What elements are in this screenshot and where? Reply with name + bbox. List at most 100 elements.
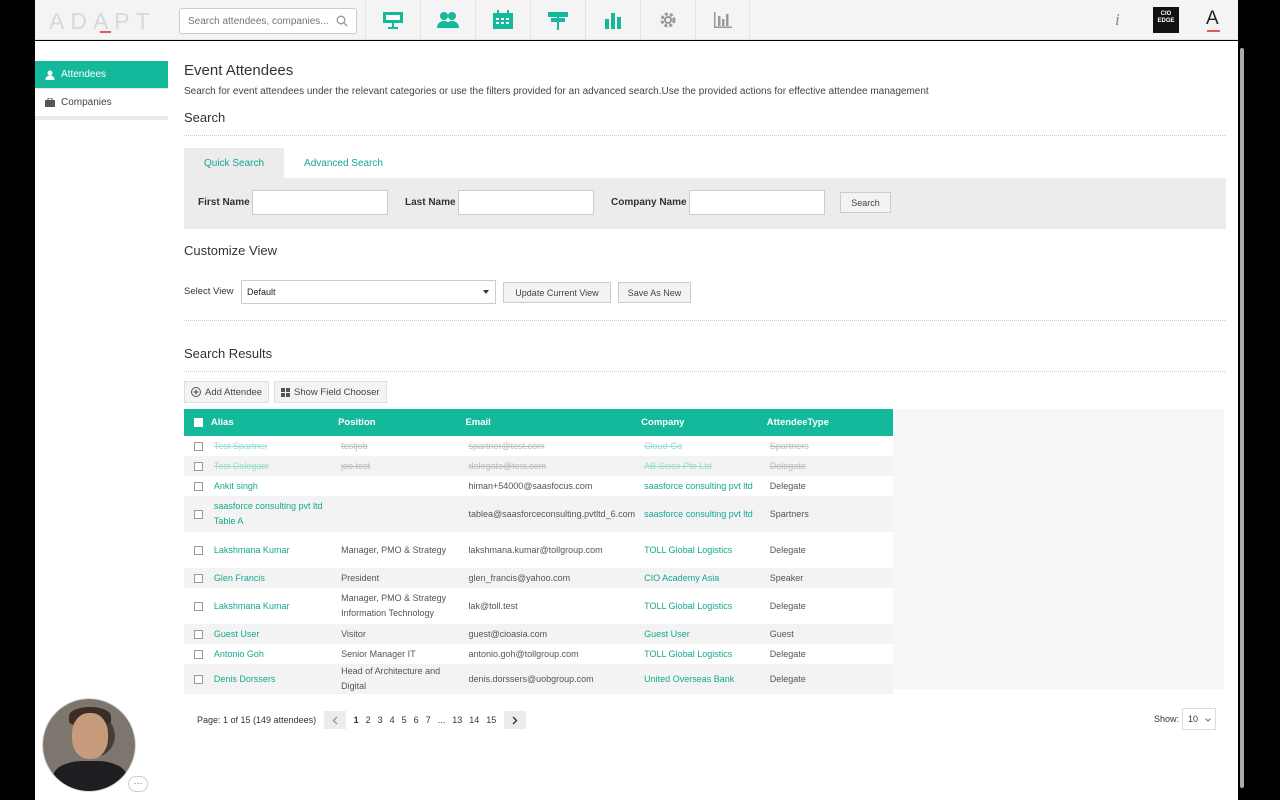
attendee-type-cell: Delegate [769, 600, 806, 611]
user-avatar[interactable]: A [1206, 8, 1219, 30]
more-options-icon[interactable]: ··· [128, 776, 148, 792]
last-name-field[interactable] [458, 190, 594, 215]
table-row[interactable]: Ankit singh himan+54000@saasfocus.com saas… [184, 476, 893, 496]
alias-cell[interactable]: Lakshmana Kumar [211, 532, 338, 568]
table-row[interactable]: Guest User Visitor guest@cioasia.com Guest … [184, 624, 893, 644]
company-cell[interactable]: Cloud Go [641, 436, 767, 456]
row-checkbox[interactable] [194, 649, 203, 659]
tab-quick-search[interactable]: Quick Search [184, 148, 285, 178]
page-link[interactable]: 6 [410, 715, 422, 725]
first-name-field[interactable] [252, 190, 388, 215]
row-checkbox [184, 588, 211, 624]
page-link[interactable]: 3 [374, 715, 386, 725]
company-cell[interactable]: CIO Academy Asia [641, 568, 767, 588]
page-link[interactable]: 15 [483, 715, 500, 725]
alias-cell[interactable]: Test Delegate [211, 456, 338, 476]
company-cell[interactable]: TOLL Global Logistics [641, 644, 767, 664]
show-label: Show: [1154, 714, 1180, 724]
row-checkbox[interactable] [194, 509, 203, 519]
column-header-email[interactable]: Email [465, 409, 641, 436]
add-attendee-button[interactable]: Add Attendee [184, 381, 270, 403]
divider [184, 371, 1225, 372]
attendee-type-cell: Spartners [769, 508, 809, 519]
search-button[interactable]: Search [840, 192, 891, 213]
people-icon[interactable] [420, 0, 475, 40]
row-checkbox[interactable] [194, 629, 203, 639]
table-row[interactable]: Lakshmana Kumar Manager, PMO & Strategy la… [184, 532, 893, 568]
page-scrollbar[interactable] [1240, 48, 1244, 788]
row-checkbox[interactable] [194, 601, 203, 611]
company-name-field[interactable] [689, 190, 825, 215]
company-cell[interactable]: TOLL Global Logistics [641, 588, 767, 624]
column-header-attendee-type[interactable]: AttendeeType [767, 409, 893, 436]
global-search-input[interactable] [180, 9, 330, 33]
company-cell[interactable]: AB Sciex Pte Ltd [641, 456, 767, 476]
page-link[interactable]: 13 [449, 715, 466, 725]
row-checkbox[interactable] [194, 573, 203, 583]
sidebar-item-companies[interactable]: Companies [35, 89, 168, 117]
view-select[interactable]: Default [241, 280, 496, 304]
company-cell[interactable]: United Overseas Bank [641, 664, 767, 694]
search-icon[interactable] [336, 15, 348, 30]
histogram-icon[interactable] [695, 0, 750, 40]
sidebar-item-attendees[interactable]: Attendees [35, 61, 168, 89]
alias-cell[interactable]: Guest User [211, 624, 338, 644]
calendar-icon[interactable] [475, 0, 530, 40]
page-size-select[interactable]: 10 [1182, 708, 1217, 730]
global-search[interactable] [179, 8, 357, 34]
presentation-icon[interactable] [365, 0, 420, 40]
update-view-button[interactable]: Update Current View [503, 282, 611, 303]
company-cell[interactable]: Guest User [641, 624, 767, 644]
column-header-position[interactable]: Position [338, 409, 465, 436]
table-row[interactable]: saasforce consulting pvt ltd Table A tabl… [184, 496, 893, 532]
alias-cell[interactable]: Glen Francis [211, 568, 338, 588]
bar-chart-icon[interactable] [585, 0, 640, 40]
row-checkbox[interactable] [194, 441, 203, 451]
alias-cell[interactable]: Lakshmana Kumar [211, 588, 338, 624]
page-link[interactable]: 1 [350, 715, 362, 725]
column-header-alias[interactable]: Alias [211, 409, 338, 436]
company-cell[interactable]: TOLL Global Logistics [641, 532, 767, 568]
page-link[interactable]: 4 [386, 715, 398, 725]
save-as-new-button[interactable]: Save As New [618, 282, 691, 303]
avatar-accent [1207, 30, 1220, 32]
company-cell[interactable]: saasforce consulting pvt ltd [641, 496, 767, 532]
alias-cell[interactable]: saasforce consulting pvt ltd Table A [211, 496, 338, 532]
chevron-right-icon[interactable] [503, 711, 526, 729]
row-checkbox[interactable] [194, 461, 203, 471]
row-checkbox[interactable] [194, 674, 203, 684]
email-cell: glen_francis@yahoo.com [468, 572, 571, 583]
attendee-type-cell: Delegate [769, 544, 806, 555]
table-row[interactable]: Antonio Goh Senior Manager IT antonio.goh@… [184, 644, 893, 664]
table-row[interactable]: Lakshmana Kumar Manager, PMO & Strategy I… [184, 588, 893, 624]
company-cell[interactable]: saasforce consulting pvt ltd [641, 476, 767, 496]
row-checkbox[interactable] [194, 545, 203, 555]
table-row[interactable]: Test Delegate joe.test delegate@test.com AB… [184, 456, 893, 476]
page-link[interactable]: 5 [398, 715, 410, 725]
cio-edge-logo[interactable]: CIO EDGE [1153, 7, 1179, 33]
info-icon[interactable]: i [1115, 10, 1120, 30]
gear-icon[interactable] [640, 0, 695, 40]
position-cell: President [341, 572, 380, 583]
alias-cell[interactable]: Ankit singh [211, 476, 338, 496]
field-chooser-button[interactable]: Show Field Chooser [274, 381, 387, 403]
page-link[interactable]: 14 [466, 715, 483, 725]
page-link[interactable]: 7 [422, 715, 434, 725]
column-header-company[interactable]: Company [641, 409, 767, 436]
webcam-overlay [42, 698, 136, 792]
position-cell: Senior Manager IT [341, 648, 416, 659]
alias-cell[interactable]: Test Spartner [211, 436, 338, 456]
page-link[interactable]: 2 [362, 715, 374, 725]
table-row[interactable]: Test Spartner testjob spartner@test.com Clo… [184, 436, 893, 456]
table-row[interactable]: Glen Francis President glen_francis@yahoo.… [184, 568, 893, 588]
signpost-icon[interactable] [530, 0, 585, 40]
table-row[interactable]: Denis Dorssers Head of Architecture and D… [184, 664, 893, 694]
alias-cell[interactable]: Denis Dorssers [211, 664, 338, 694]
tab-advanced-search[interactable]: Advanced Search [284, 148, 403, 178]
alias-cell[interactable]: Antonio Goh [211, 644, 338, 664]
chevron-left-icon[interactable] [324, 711, 347, 729]
search-section-title: Search [184, 110, 226, 125]
position-cell: Manager, PMO & Strategy [341, 544, 447, 555]
select-all-checkbox[interactable] [194, 417, 203, 427]
row-checkbox[interactable] [194, 481, 203, 491]
